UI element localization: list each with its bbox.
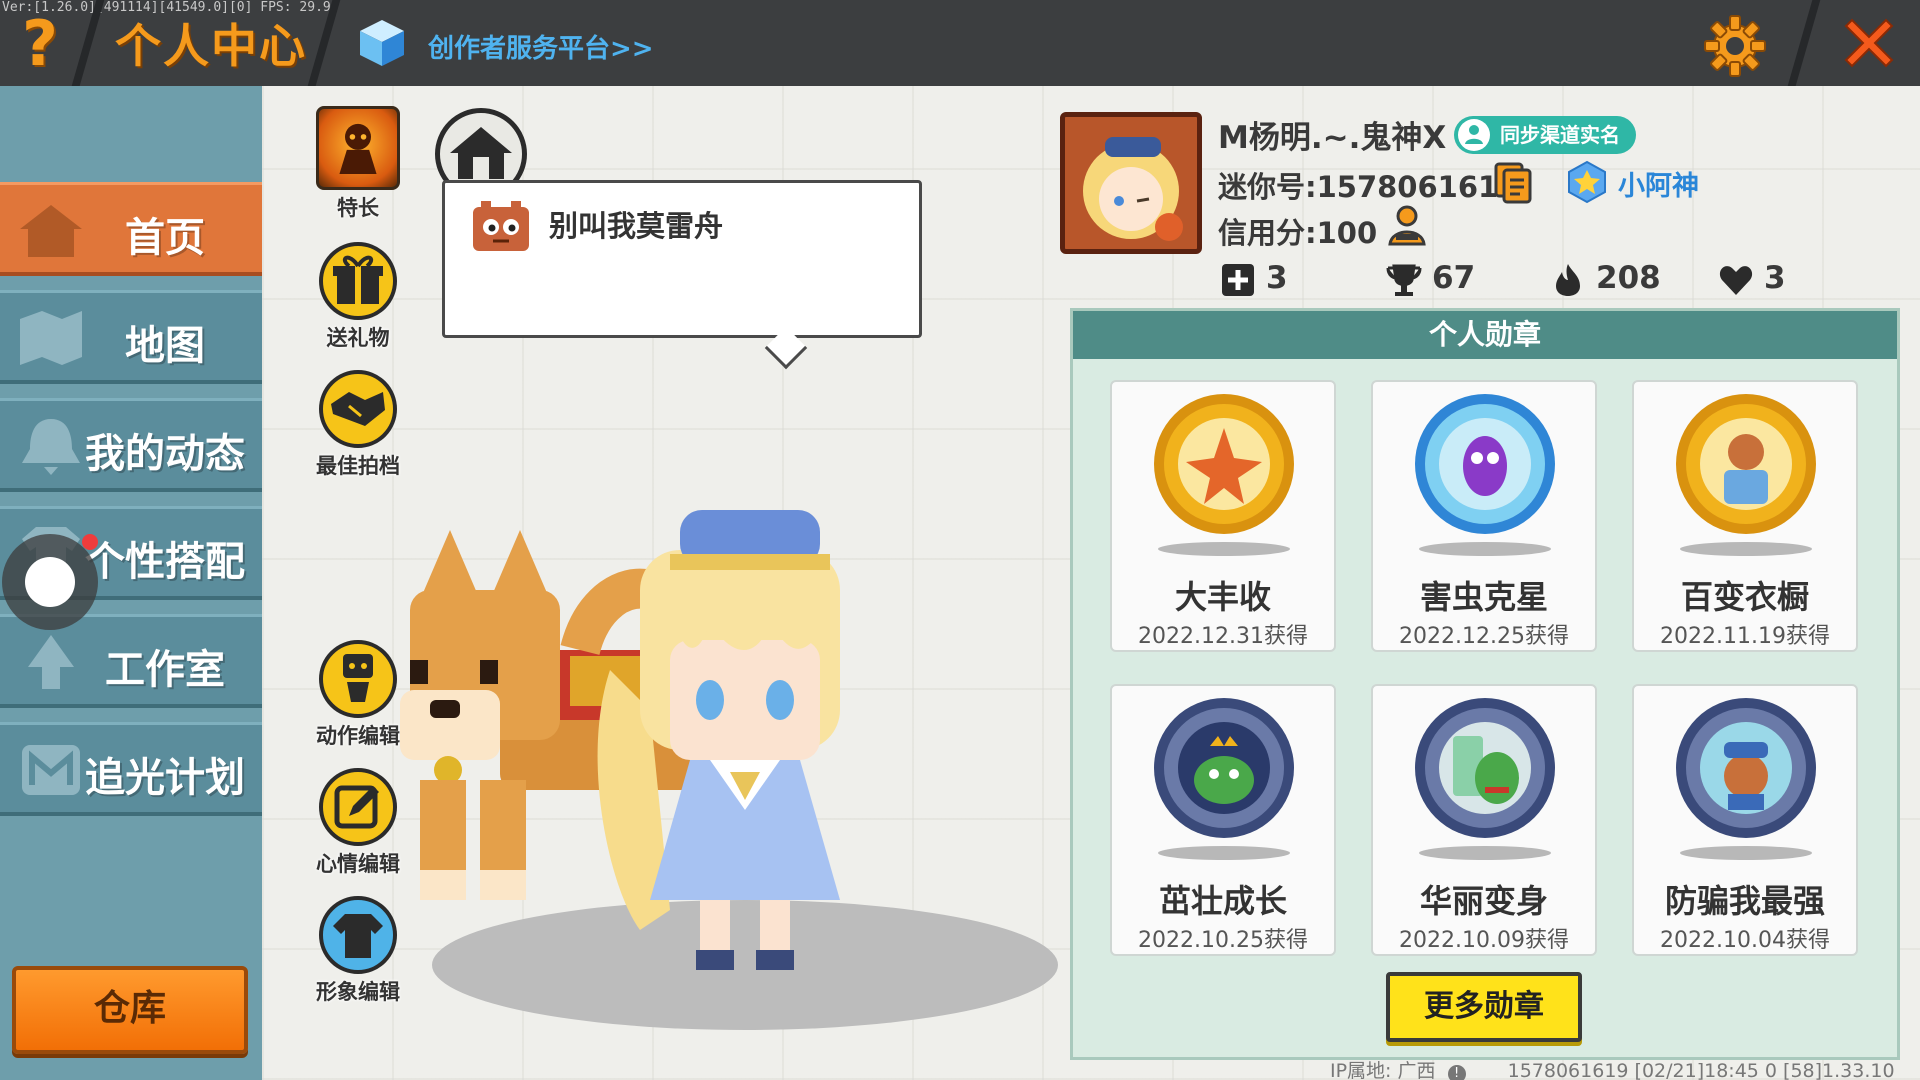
medal-shadow — [1680, 542, 1812, 556]
medal-date: 2022.12.25获得 — [1399, 624, 1569, 649]
talent-icon — [316, 106, 400, 190]
tree-icon — [28, 635, 74, 689]
best-partner-label: 最佳拍档 — [316, 454, 400, 478]
stat-trophy-value: 67 — [1432, 260, 1476, 296]
send-gift-label: 送礼物 — [326, 326, 390, 350]
floating-assist-ball[interactable] — [2, 534, 98, 630]
mood-speech-bubble[interactable]: 别叫我莫雷舟 — [442, 180, 922, 370]
info-icon[interactable]: ! — [1447, 1065, 1466, 1080]
heart-icon — [1719, 266, 1753, 295]
sidebar-item-label: 追光计划 — [85, 755, 245, 801]
sidebar-item-map[interactable]: 地图 — [0, 290, 262, 384]
stat-likes-value: 3 — [1764, 260, 1786, 296]
help-button[interactable]: ? — [10, 12, 70, 76]
mood-face-icon — [473, 201, 529, 251]
trophy-icon — [1386, 264, 1422, 296]
sidebar-item-home[interactable]: 首页 — [0, 182, 262, 276]
build-info: 1578061619 [02/21]18:45 0 [58]1.33.10 — [1507, 1060, 1895, 1080]
stat-add-value: 3 — [1266, 260, 1288, 296]
flame-icon — [1556, 264, 1580, 296]
copy-icon[interactable] — [1494, 162, 1532, 204]
gift-icon — [319, 242, 397, 320]
wardrobe-medal-icon — [1676, 394, 1816, 534]
medal-date: 2022.11.19获得 — [1660, 624, 1830, 649]
handshake-icon — [319, 370, 397, 448]
avatar[interactable] — [1060, 112, 1202, 254]
assist-ball-center — [25, 557, 75, 607]
sidebar-item-dynamics[interactable]: 我的动态 — [0, 398, 262, 492]
medal-panel-title: 个人勋章 — [1073, 311, 1897, 359]
medal-shadow — [1158, 542, 1290, 556]
transform-medal-icon — [1415, 698, 1555, 838]
sync-realname-badge[interactable]: 同步渠道实名 — [1454, 116, 1636, 154]
anti-fraud-medal-icon — [1676, 698, 1816, 838]
close-icon[interactable] — [1838, 12, 1900, 74]
creator-platform-link[interactable]: 创作者服务平台>> — [428, 28, 654, 65]
medal-date: 2022.10.09获得 — [1399, 928, 1569, 953]
sidebar-item-label: 地图 — [125, 323, 205, 369]
medal-shadow — [1419, 846, 1551, 860]
gear-icon[interactable] — [1703, 14, 1767, 78]
avatar-portrait — [1065, 117, 1197, 249]
mood-text: 别叫我莫雷舟 — [549, 209, 724, 243]
harvest-medal-icon — [1154, 394, 1294, 534]
medal-name: 华丽变身 — [1419, 882, 1548, 920]
sidebar-item-label: 首页 — [125, 215, 205, 261]
sidebar-item-label: 工作室 — [105, 647, 225, 693]
medal-name: 茁壮成长 — [1158, 882, 1287, 920]
footer-info: IP属地: 广西 ! 1578061619 [02/21]18:45 0 [58… — [1330, 1056, 1895, 1080]
cube-icon — [360, 20, 404, 66]
medal-card[interactable]: 茁壮成长 2022.10.25获得 — [1110, 684, 1336, 956]
credit-person-icon[interactable] — [1386, 204, 1428, 248]
look-edit-label: 形象编辑 — [316, 980, 400, 1004]
medal-card[interactable]: 华丽变身 2022.10.09获得 — [1371, 684, 1597, 956]
medal-card[interactable]: 害虫克星 2022.12.25获得 — [1371, 380, 1597, 652]
medal-name: 百变衣橱 — [1680, 578, 1809, 616]
medal-card[interactable]: 防骗我最强 2022.10.04获得 — [1632, 684, 1858, 956]
stat-fire-value: 208 — [1596, 260, 1661, 296]
rank-hexagon-icon — [1568, 160, 1606, 204]
medal-shadow — [1158, 846, 1290, 860]
top-bar: Ver:[1.26.0][491114][41549.0][0] FPS: 29… — [0, 0, 1920, 86]
medal-date: 2022.12.31获得 — [1138, 624, 1308, 649]
credit-score: 信用分:100 — [1218, 216, 1378, 250]
map-icon — [20, 311, 82, 365]
sidebar-item-label: 我的动态 — [85, 431, 245, 477]
ip-location: IP属地: 广西 — [1330, 1060, 1436, 1080]
talent-button[interactable]: 特长 — [308, 106, 408, 222]
pest-buster-medal-icon — [1415, 394, 1555, 534]
medal-card[interactable]: 百变衣橱 2022.11.19获得 — [1632, 380, 1858, 652]
warehouse-button[interactable]: 仓库 — [12, 966, 248, 1054]
best-partner-button[interactable]: 最佳拍档 — [308, 370, 408, 480]
m-badge-icon — [22, 745, 80, 795]
medal-name: 大丰收 — [1174, 578, 1271, 616]
mini-id: 迷你号:1578061619 — [1218, 170, 1519, 204]
medal-shadow — [1680, 846, 1812, 860]
person-check-icon — [1458, 119, 1490, 151]
talent-label: 特长 — [337, 196, 379, 220]
medal-name: 害虫克星 — [1419, 578, 1548, 616]
medal-date: 2022.10.25获得 — [1138, 928, 1308, 953]
divider — [1787, 0, 1821, 86]
bell-icon — [22, 419, 80, 475]
plus-box-icon — [1222, 264, 1254, 296]
medal-shadow — [1419, 542, 1551, 556]
rank-name[interactable]: 小阿神 — [1618, 164, 1699, 203]
page-title: 个人中心 — [115, 19, 307, 73]
sidebar-item-chase-light[interactable]: 追光计划 — [0, 722, 262, 816]
sidebar-item-label: 个性搭配 — [85, 539, 245, 585]
character-model[interactable] — [380, 510, 940, 980]
growth-medal-icon — [1154, 698, 1294, 838]
medal-name: 防骗我最强 — [1664, 882, 1825, 920]
medal-card[interactable]: 大丰收 2022.12.31获得 — [1110, 380, 1336, 652]
send-gift-button[interactable]: 送礼物 — [308, 242, 408, 352]
nickname: M杨明.~.鬼神X — [1218, 120, 1447, 156]
sync-badge-label: 同步渠道实名 — [1500, 123, 1620, 147]
medal-date: 2022.10.04获得 — [1660, 928, 1830, 953]
more-medals-button[interactable]: 更多勋章 — [1386, 972, 1582, 1042]
house-icon — [20, 205, 82, 257]
